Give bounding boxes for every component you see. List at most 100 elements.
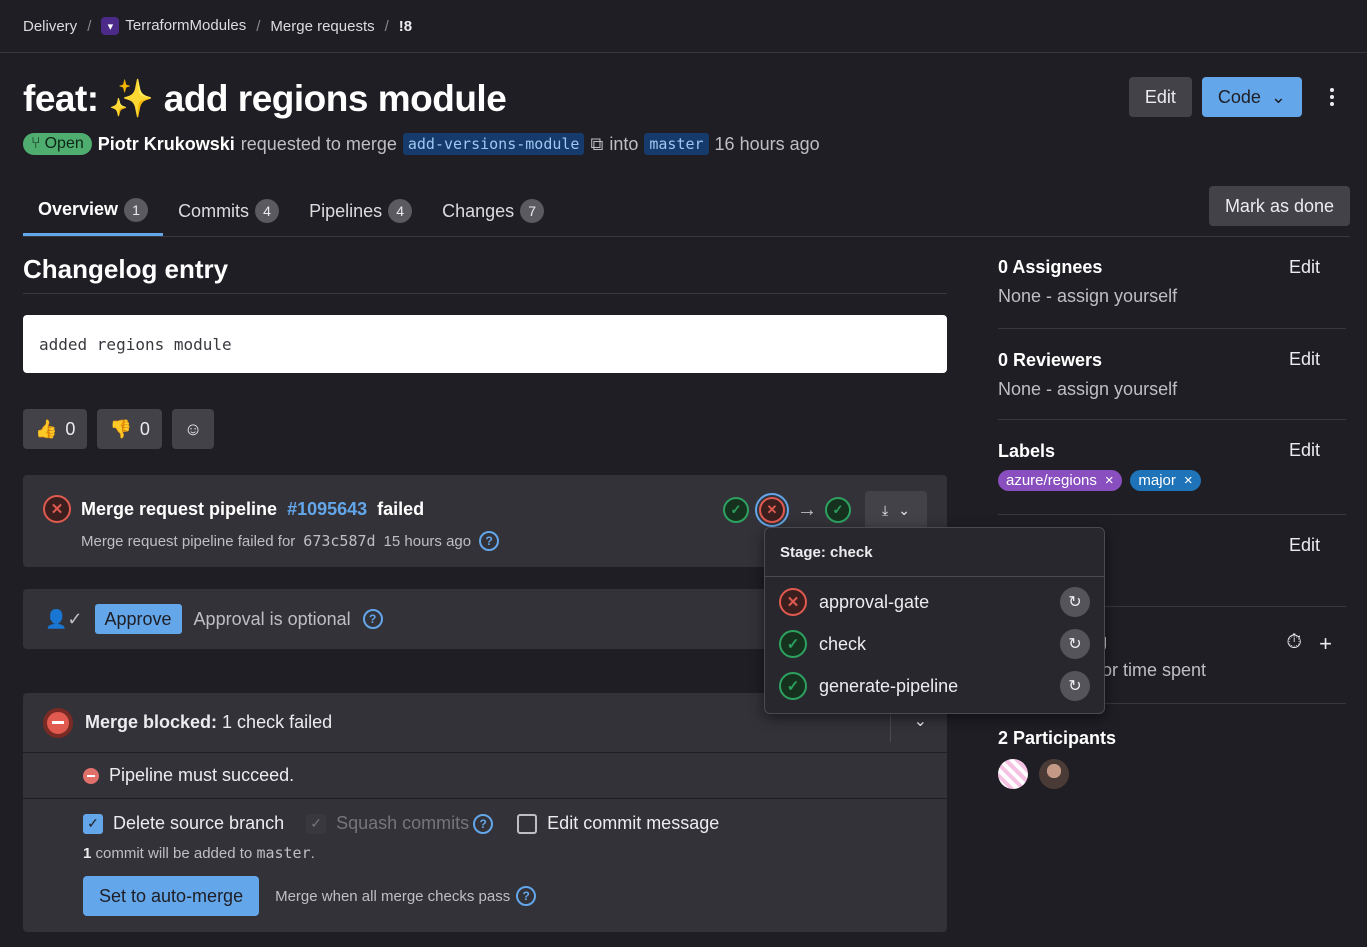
retry-icon[interactable]: ↻ bbox=[1060, 587, 1090, 617]
label-text: major bbox=[1138, 472, 1176, 489]
add-reaction-button[interactable]: ☺ bbox=[171, 409, 215, 449]
tab-count: 1 bbox=[124, 197, 149, 222]
reviewers-edit-button[interactable]: Edit bbox=[1289, 349, 1320, 370]
avatar[interactable] bbox=[1038, 759, 1069, 789]
edit-commit-message-checkbox[interactable] bbox=[517, 813, 538, 834]
approvers-icon: 👤✓ bbox=[45, 608, 83, 629]
approve-button[interactable]: Approve bbox=[94, 604, 182, 634]
tab-count: 7 bbox=[520, 199, 545, 223]
breadcrumb-current[interactable]: !8 bbox=[399, 18, 412, 35]
author-link[interactable]: Piotr Krukowski bbox=[98, 134, 235, 155]
page-title: feat: ✨ add regions module bbox=[23, 78, 507, 119]
mr-meta: ⑂ Open Piotr Krukowski requested to merge… bbox=[23, 133, 820, 155]
participants-title: 2 Participants bbox=[998, 728, 1117, 748]
merge-widget: Merge blocked: 1 check failed ⌄ Pipeline… bbox=[23, 693, 947, 932]
avatar[interactable] bbox=[998, 759, 1028, 789]
help-icon[interactable]: ? bbox=[362, 609, 383, 629]
pipeline-link[interactable]: #1095643 bbox=[287, 499, 367, 520]
thumbs-down-button[interactable]: 👎 0 bbox=[97, 409, 162, 449]
thumbs-up-icon: 👍 bbox=[35, 418, 58, 439]
mark-as-done-button[interactable]: Mark as done bbox=[1208, 186, 1350, 226]
tab-pipelines[interactable]: Pipelines 4 bbox=[294, 186, 427, 236]
label-chip: major × bbox=[1130, 470, 1201, 491]
section-edit-button[interactable]: Edit bbox=[1289, 535, 1320, 556]
meta-into: into bbox=[609, 133, 639, 154]
stage-success-icon[interactable]: ✓ bbox=[723, 497, 749, 523]
help-icon[interactable]: ? bbox=[516, 886, 537, 906]
tab-label: Commits bbox=[178, 200, 250, 221]
set-auto-merge-button[interactable]: Set to auto-merge bbox=[83, 876, 260, 916]
breadcrumb-project[interactable]: ▾ TerraformModules bbox=[101, 16, 247, 36]
job-item[interactable]: ✓ check ↻ bbox=[765, 623, 1104, 665]
job-name: generate-pipeline bbox=[819, 675, 959, 696]
commit-note: 1 commit will be added to master. bbox=[83, 844, 315, 862]
assignees-edit-button[interactable]: Edit bbox=[1289, 257, 1320, 278]
stopwatch-icon[interactable]: ⏱ bbox=[1286, 631, 1302, 654]
merge-blocked-label: Merge blocked: bbox=[85, 712, 218, 732]
source-branch[interactable]: add-versions-module bbox=[402, 133, 585, 155]
thumbs-up-count: 0 bbox=[65, 418, 76, 439]
job-item[interactable]: ✕ approval-gate ↻ bbox=[765, 581, 1104, 623]
remove-label-icon[interactable]: × bbox=[1184, 472, 1193, 489]
job-item[interactable]: ✓ generate-pipeline ↻ bbox=[765, 665, 1104, 707]
pipeline-sub: Merge request pipeline failed for bbox=[81, 532, 296, 550]
chevron-down-icon: ⌄ bbox=[1270, 86, 1286, 107]
assignees-value[interactable]: None - assign yourself bbox=[998, 286, 1346, 307]
stage-selected-ring: ✕ bbox=[755, 493, 789, 527]
thumbs-down-count: 0 bbox=[139, 418, 150, 439]
failed-status-icon: ✕ bbox=[779, 588, 807, 616]
meta-time: 16 hours ago bbox=[714, 133, 820, 154]
thumbs-up-button[interactable]: 👍 0 bbox=[23, 409, 88, 449]
popover-title: Stage: check bbox=[765, 528, 1104, 577]
downstream-success-icon[interactable]: ✓ bbox=[825, 497, 851, 523]
tab-label: Overview bbox=[38, 199, 119, 219]
breadcrumb-project-label: TerraformModules bbox=[125, 16, 247, 34]
delete-source-branch-checkbox[interactable]: ✓ bbox=[83, 813, 103, 834]
breadcrumb-separator: / bbox=[384, 17, 389, 35]
help-icon[interactable]: ? bbox=[473, 813, 494, 834]
breadcrumb-group[interactable]: Delivery bbox=[23, 18, 77, 35]
add-time-icon[interactable]: + bbox=[1319, 631, 1332, 657]
status-label: Open bbox=[44, 135, 84, 152]
label-chip: azure/regions × bbox=[998, 470, 1122, 491]
retry-icon[interactable]: ↻ bbox=[1060, 629, 1090, 659]
breadcrumb-merge-requests[interactable]: Merge requests bbox=[270, 18, 374, 35]
tab-label: Changes bbox=[442, 200, 515, 221]
job-name: check bbox=[819, 633, 867, 654]
edit-button[interactable]: Edit bbox=[1128, 77, 1192, 117]
changelog-title: Changelog entry bbox=[23, 254, 947, 294]
project-avatar-icon: ▾ bbox=[101, 17, 120, 36]
label-text: azure/regions bbox=[1006, 472, 1097, 489]
job-name: approval-gate bbox=[819, 591, 930, 612]
labels-edit-button[interactable]: Edit bbox=[1289, 440, 1320, 461]
reviewers-value[interactable]: None - assign yourself bbox=[998, 379, 1346, 400]
commit-sha-link[interactable]: 673c587d bbox=[303, 532, 375, 550]
delete-source-branch-label: Delete source branch bbox=[113, 813, 285, 833]
code-dropdown-button[interactable]: Code ⌄ bbox=[1201, 77, 1302, 117]
meta-action: requested to merge bbox=[240, 133, 397, 154]
top-divider bbox=[0, 52, 1367, 53]
chevron-down-icon: ⌄ bbox=[898, 501, 910, 518]
retry-icon[interactable]: ↻ bbox=[1060, 671, 1090, 701]
download-icon: ⤓ bbox=[882, 501, 889, 518]
tab-changes[interactable]: Changes 7 bbox=[427, 186, 559, 236]
commit-note-text: commit will be added to bbox=[95, 845, 253, 862]
breadcrumb: Delivery / ▾ TerraformModules / Merge req… bbox=[23, 0, 412, 52]
copy-icon[interactable]: ⧉ bbox=[590, 134, 603, 155]
more-actions-button[interactable] bbox=[1320, 77, 1344, 117]
pipeline-status: failed bbox=[377, 498, 425, 519]
pipeline-title: Merge request pipeline bbox=[81, 498, 278, 519]
stage-failed-icon[interactable]: ✕ bbox=[759, 497, 785, 523]
sidebar-reviewers: 0 Reviewers Edit None - assign yourself bbox=[998, 329, 1346, 420]
tab-overview[interactable]: Overview 1 bbox=[23, 186, 164, 236]
tab-commits[interactable]: Commits 4 bbox=[163, 186, 294, 236]
download-artifacts-button[interactable]: ⤓ ⌄ bbox=[865, 491, 927, 529]
arrow-right-icon: → bbox=[797, 498, 817, 521]
help-icon[interactable]: ? bbox=[479, 531, 500, 551]
tab-count: 4 bbox=[255, 199, 280, 223]
edit-commit-message-label: Edit commit message bbox=[547, 813, 720, 833]
target-branch[interactable]: master bbox=[644, 133, 709, 155]
chevron-down-icon[interactable]: ⌄ bbox=[914, 711, 927, 731]
commit-count: 1 bbox=[83, 845, 92, 862]
remove-label-icon[interactable]: × bbox=[1105, 472, 1114, 489]
